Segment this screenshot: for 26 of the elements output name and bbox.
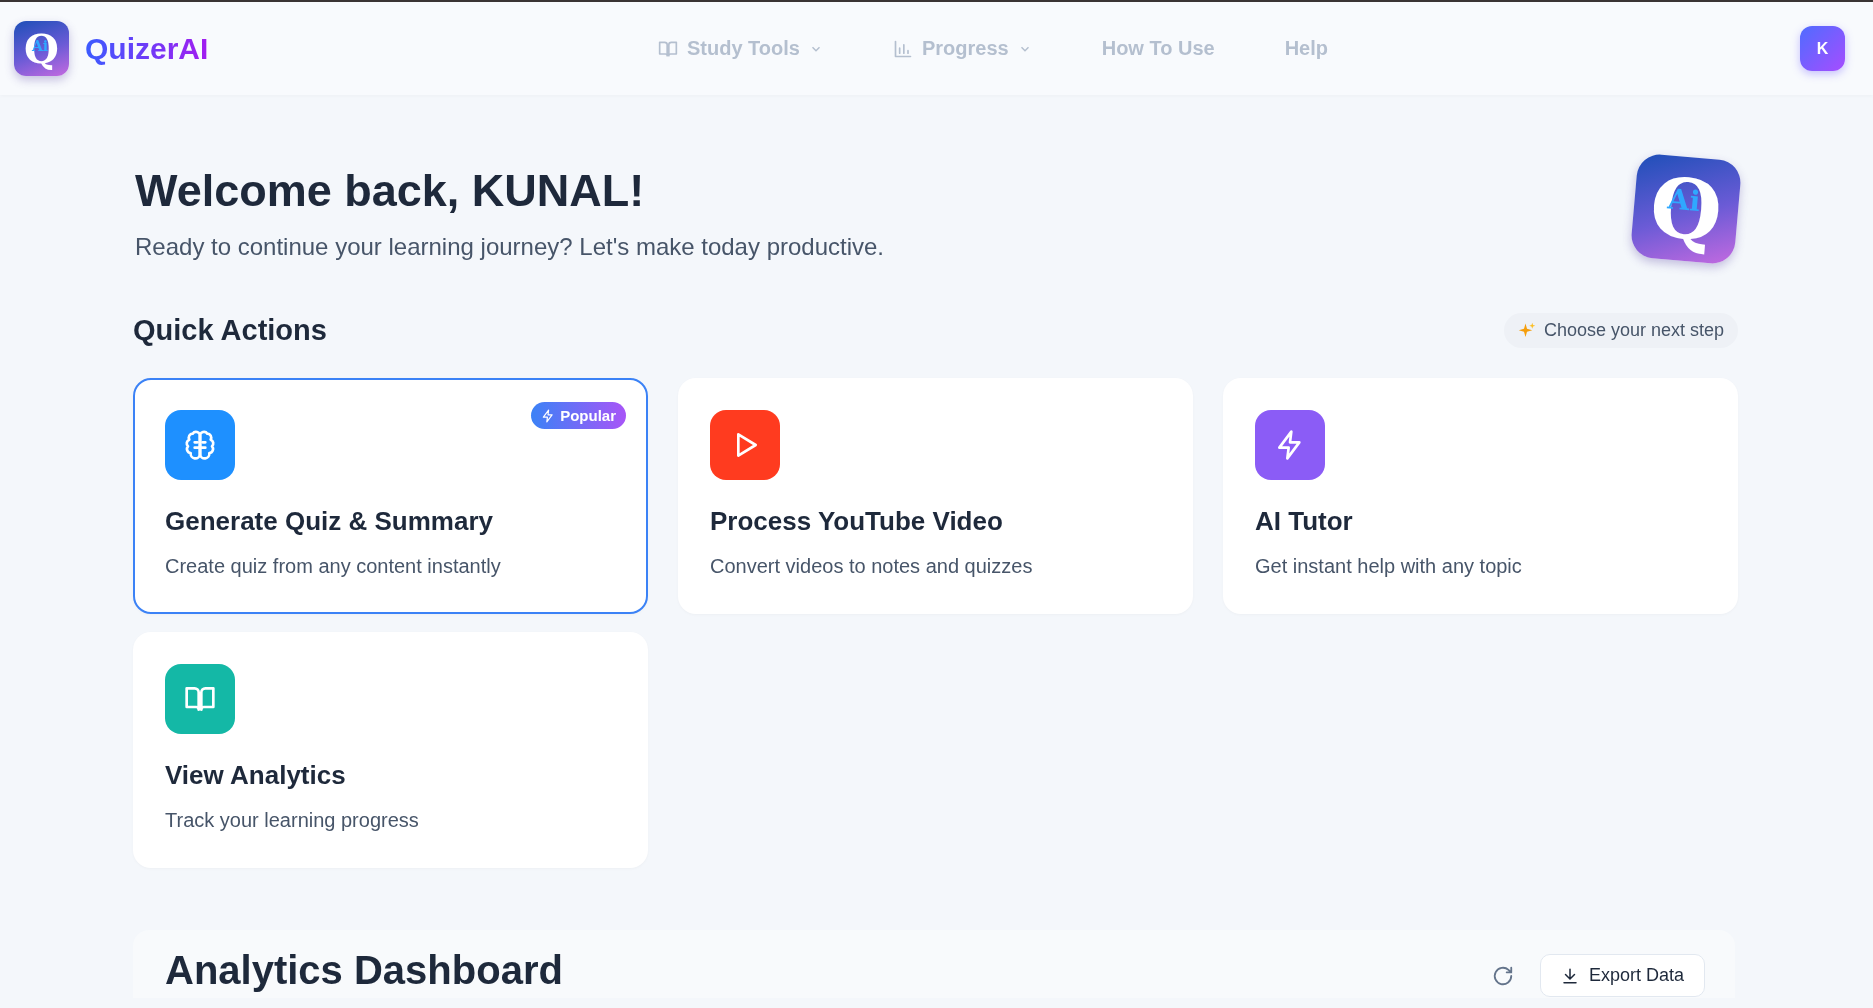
card-title: AI Tutor xyxy=(1255,506,1354,537)
action-card[interactable]: AI Tutor Get instant help with any topic xyxy=(1223,378,1738,614)
card-description: Track your learning progress xyxy=(165,809,420,832)
card-title: Process YouTube Video xyxy=(710,506,1004,537)
refresh-icon[interactable] xyxy=(1491,964,1514,987)
card-description: Create quiz from any content instantly xyxy=(165,555,502,578)
download-icon xyxy=(1560,966,1579,985)
welcome-subtitle: Ready to continue your learning journey? Let's make today productive. xyxy=(135,233,885,261)
section-title: Quick Actions xyxy=(133,314,327,347)
brain-icon xyxy=(184,429,216,461)
chart-icon xyxy=(892,38,913,59)
card-description: Get instant help with any topic xyxy=(1255,555,1523,578)
action-card[interactable]: Generate Quiz & Summary Create quiz from any content instantly Popular xyxy=(133,378,648,614)
bolt-icon xyxy=(541,408,556,423)
card-title: View Analytics xyxy=(165,760,347,791)
avatar[interactable]: K xyxy=(1800,26,1845,71)
action-card[interactable]: Process YouTube Video Convert videos to notes and quizzes xyxy=(678,378,1193,614)
card-title: Generate Quiz & Summary xyxy=(165,506,494,537)
hint-chip: Choose your next step xyxy=(1503,313,1738,348)
card-description: Convert videos to notes and quizzes xyxy=(710,555,1034,578)
export-button[interactable]: Export Data xyxy=(1539,954,1705,997)
popular-badge: Popular xyxy=(531,402,626,429)
sparkle-icon xyxy=(1517,321,1536,340)
dashboard-title: Analytics Dashboard xyxy=(165,947,563,994)
welcome-title: Welcome back, KUNAL! xyxy=(135,164,646,217)
action-card[interactable]: View Analytics Track your learning progress xyxy=(133,632,648,868)
